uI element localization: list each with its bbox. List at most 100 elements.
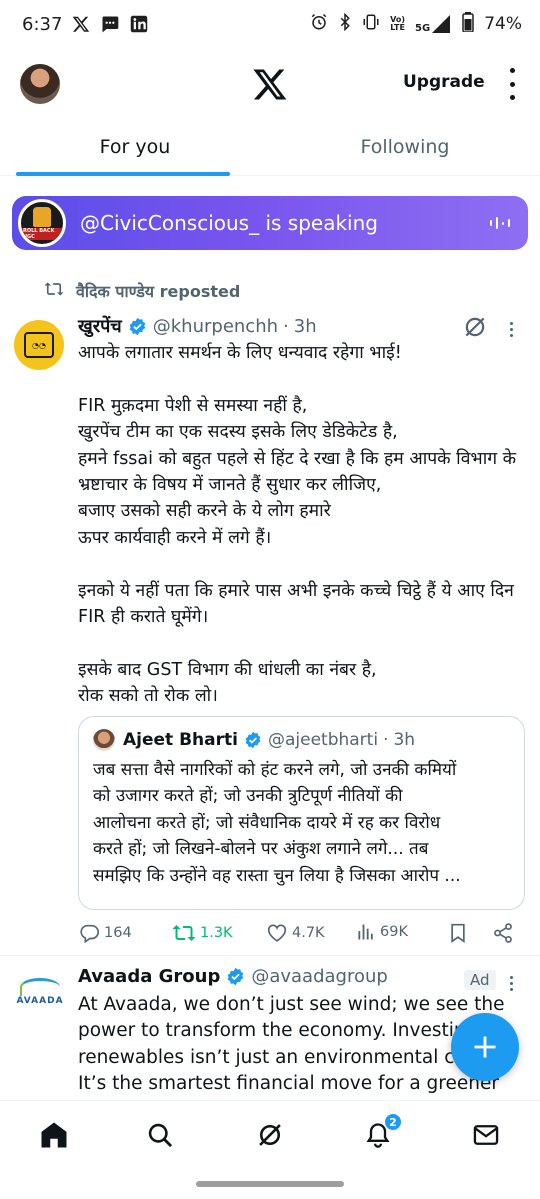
ad-author-name[interactable]: Avaada Group [78,966,220,987]
reposted-by-text: वैदिक पाण्डेय reposted [76,282,241,301]
tweet-paragraph: FIR मुक़दमा पेशी से समस्या नहीं है, खुरप… [78,395,517,548]
linkedin-icon [130,15,148,33]
space-avatar-label: ROLL BACK UGC [21,227,63,240]
status-bar: 6:37 Vo) LTE 5G 74% [0,0,540,48]
nav-home[interactable] [38,1119,70,1151]
separator-dot: · [283,315,289,337]
verified-badge-icon [244,731,262,749]
tweet-text: आपके लगातार समर्थन के लिए धन्यवाद रहेगा … [78,340,528,710]
tab-for-you[interactable]: For you [0,120,270,176]
repost-icon [172,925,196,941]
upgrade-button[interactable]: Upgrade [403,72,485,92]
quote-line: आलोचना करते हों; जो संवैधानिक दायरे में … [93,812,441,833]
signal-icon: 5G [415,15,452,34]
quote-line: समझिए कि उन्होंने वह रास्ता चुन लिया है … [93,865,461,886]
space-host-handle: @CivicConscious_ [80,211,260,235]
like-button[interactable]: 4.7K [266,922,325,944]
ad-line: At Avaada, we don’t just see wind; we se… [78,994,505,1015]
nav-search[interactable] [144,1119,176,1151]
tweet-time[interactable]: 3h [294,316,317,337]
quote-author-avatar [93,729,115,751]
ad-badge: Ad [464,970,496,990]
mail-icon [473,1125,499,1145]
tweet-paragraph: आपके लगातार समर्थन के लिए धन्यवाद रहेगा … [78,343,402,363]
verified-badge-icon [226,967,245,986]
top-header: Upgrade [0,48,540,120]
quote-time: 3h [393,730,416,750]
author-handle[interactable]: @khurpenchh [153,316,278,337]
live-space-banner[interactable]: ROLL BACK UGC @CivicConscious_ is speaki… [12,196,528,250]
messages-icon [100,14,120,34]
views-button[interactable]: 69K [356,922,408,942]
nav-messages[interactable] [470,1119,502,1151]
ad-author-handle[interactable]: @avaadagroup [251,966,387,987]
share-icon [494,923,512,943]
network-label: Vo) LTE [390,15,406,32]
quote-line: करते हों; जो लिखने-बोलने पर अंकुश लगाने … [93,839,429,860]
ad-header: Avaada Group @avaadagroup [78,966,388,987]
quote-header: Ajeet Bharti @ajeetbharti · 3h [93,729,510,751]
raised-fist-icon [33,206,51,227]
bottom-navigation: 2 [0,1100,540,1166]
quote-line: को उजागर करते हों; जो उनकी त्रुटिपूर्ण न… [93,786,403,807]
space-status: is speaking [265,211,378,235]
quote-author-handle: @ajeetbharti [267,730,379,750]
quote-line: जब सत्ता वैसे नागरिकों को हंट करने लगे, … [93,760,457,780]
status-time: 6:37 [22,13,63,35]
notification-count-badge: 2 [384,1113,402,1131]
nav-notifications[interactable]: 2 [362,1113,402,1151]
quoted-tweet[interactable]: Ajeet Bharti @ajeetbharti · 3h जब सत्ता … [78,716,525,910]
tweet-paragraph: इनको ये नहीं पता कि हमारे पास अभी इनके क… [78,580,514,628]
home-icon [41,1122,67,1148]
avaada-logo-text: AVAADA [16,996,64,1006]
share-button[interactable] [492,922,514,944]
reply-button[interactable]: 164 [78,922,132,944]
battery-percent: 74% [484,14,522,34]
space-status-text: @CivicConscious_ is speaking [80,211,378,235]
avaada-swoosh-icon [20,978,60,996]
gesture-handle[interactable] [196,1181,344,1187]
tab-following[interactable]: Following [270,120,540,175]
avaada-logo[interactable]: AVAADA [14,978,66,1016]
khurpench-logo-icon: ◔◔ [24,332,54,358]
space-host-avatar: ROLL BACK UGC [18,199,66,247]
repost-count: 1.3K [200,925,233,941]
heart-icon [267,924,287,942]
like-count: 4.7K [292,925,325,941]
repost-context: वैदिक पाण्डेय reposted [44,280,240,302]
author-name[interactable]: खुरपेंच [78,314,122,338]
tweet-card[interactable]: वैदिक पाण्डेय reposted ◔◔ खुरपेंच @khurp… [0,270,540,956]
quote-author-name: Ajeet Bharti [123,730,238,750]
quote-text: जब सत्ता वैसे नागरिकों को हंट करने लगे, … [93,757,510,889]
battery-icon [462,11,474,37]
grok-icon [259,1124,281,1146]
repost-button[interactable]: 1.3K [172,922,233,944]
reply-icon [80,924,99,944]
search-icon [148,1123,173,1148]
repost-icon [44,280,64,302]
vibrate-icon [362,13,380,36]
profile-avatar[interactable] [20,64,60,104]
timeline-tabs: For you Following [0,120,540,176]
reply-count: 164 [104,925,132,941]
audio-wave-icon [490,217,510,229]
bookmark-button[interactable] [448,922,468,944]
nav-grok[interactable] [254,1119,286,1151]
compose-button[interactable] [451,1013,519,1081]
x-logo-icon[interactable] [252,66,288,102]
bookmark-icon [451,923,465,943]
alarm-icon [310,13,328,36]
views-count: 69K [380,924,408,940]
tweet-header: खुरपेंच @khurpenchh · 3h [78,314,317,338]
author-avatar[interactable]: ◔◔ [14,320,64,370]
separator-dot: · [383,730,389,750]
x-app-icon [72,15,90,33]
plus-icon [474,1036,496,1058]
verified-badge-icon [128,317,147,336]
tweet-more-icon[interactable] [510,322,513,337]
views-chart-icon [358,924,373,940]
bluetooth-icon [338,12,352,36]
more-options-icon[interactable] [502,68,522,100]
tweet-actions: 164 1.3K 4.7K 69K [78,922,518,946]
ad-more-icon[interactable] [510,976,513,991]
